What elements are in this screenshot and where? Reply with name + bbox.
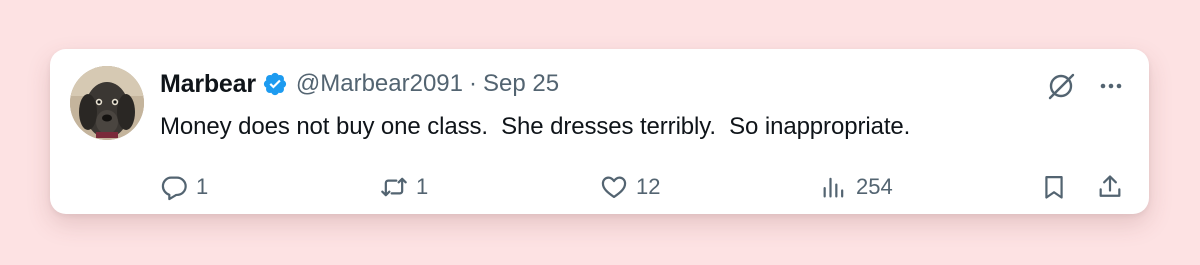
share-button[interactable] (1096, 169, 1124, 205)
heart-icon (600, 173, 628, 201)
reply-icon (160, 173, 188, 201)
user-handle[interactable]: @Marbear2091 (296, 70, 463, 98)
reply-button[interactable]: 1 (160, 169, 208, 205)
retweet-icon (380, 173, 408, 201)
more-icon[interactable] (1096, 71, 1126, 101)
grok-icon[interactable] (1046, 71, 1076, 101)
separator-dot: · (469, 70, 477, 97)
reply-count: 1 (196, 174, 209, 199)
tweet-card[interactable]: Marbear @Marbear2091 · Sep 25 Money does… (50, 49, 1149, 214)
views-count: 254 (856, 174, 893, 199)
like-button[interactable]: 12 (600, 169, 660, 205)
like-count: 12 (636, 174, 661, 199)
tweet-header: Marbear @Marbear2091 · Sep 25 (160, 69, 559, 99)
dog-avatar-icon (70, 66, 144, 140)
tweet-text: Money does not buy one class. She dresse… (160, 113, 911, 140)
verified-badge-icon (262, 71, 288, 97)
tweet-date[interactable]: Sep 25 (483, 70, 559, 98)
retweet-button[interactable]: 1 (380, 169, 428, 205)
avatar[interactable] (70, 66, 144, 140)
views-button[interactable]: 254 (820, 169, 893, 205)
action-bar: 1 1 12 254 (50, 169, 1149, 205)
share-icon (1096, 173, 1124, 201)
bookmark-button[interactable] (1040, 169, 1068, 205)
views-icon (820, 173, 848, 201)
bookmark-icon (1040, 173, 1068, 201)
display-name[interactable]: Marbear (160, 70, 256, 99)
retweet-count: 1 (416, 174, 429, 199)
